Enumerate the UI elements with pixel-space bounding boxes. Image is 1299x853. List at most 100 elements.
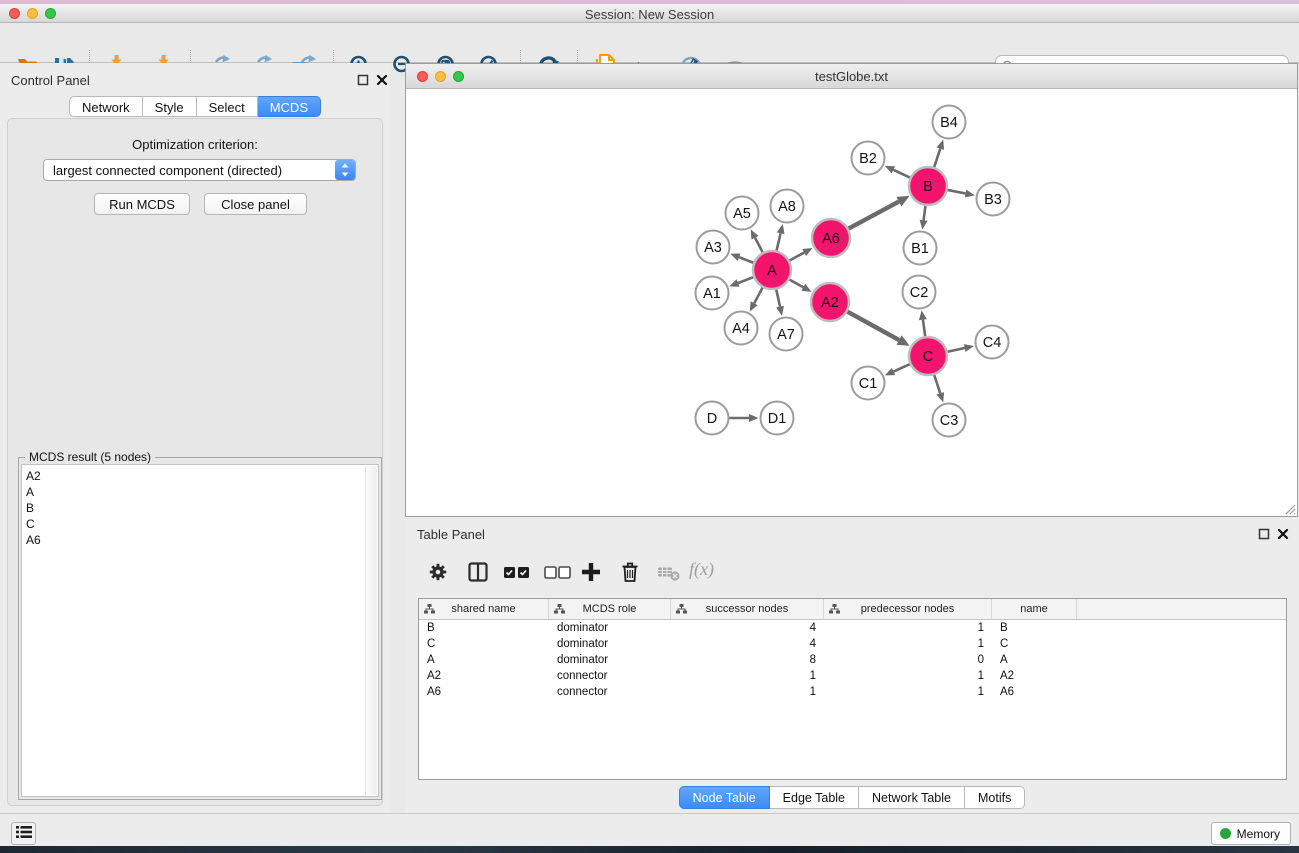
table-cell[interactable]: A6 bbox=[992, 684, 1077, 700]
table-cell[interactable]: 1 bbox=[824, 668, 992, 684]
graph-edge-A-A3[interactable] bbox=[739, 257, 753, 263]
table-cell[interactable]: 1 bbox=[671, 684, 824, 700]
table-row[interactable]: A6connector11A6 bbox=[419, 684, 1286, 700]
tab-node-table[interactable]: Node Table bbox=[679, 786, 770, 809]
table-cell[interactable]: 1 bbox=[671, 668, 824, 684]
graph-edge-B-B3[interactable] bbox=[948, 190, 966, 194]
graph-edge-A-A5[interactable] bbox=[755, 238, 763, 253]
graph-edge-A-A4[interactable] bbox=[754, 288, 762, 304]
graph-node-label: A bbox=[767, 263, 777, 279]
graph-edge-C-C4[interactable] bbox=[948, 348, 965, 352]
resize-grip-icon[interactable] bbox=[1282, 501, 1296, 515]
column-header-MCDS-role[interactable]: MCDS role bbox=[549, 599, 671, 619]
task-history-button[interactable] bbox=[11, 822, 36, 845]
edge-arrowhead-icon bbox=[920, 220, 928, 230]
tab-motifs[interactable]: Motifs bbox=[965, 786, 1025, 809]
table-header-row: shared nameMCDS rolesuccessor nodesprede… bbox=[419, 599, 1286, 620]
close-panel-icon[interactable] bbox=[376, 73, 388, 91]
run-mcds-button[interactable]: Run MCDS bbox=[94, 193, 190, 215]
graph-edge-A2-C[interactable] bbox=[848, 312, 900, 340]
graph-edge-B-B1[interactable] bbox=[924, 206, 926, 220]
graph-edge-C-C2[interactable] bbox=[923, 320, 925, 336]
tab-network[interactable]: Network bbox=[69, 96, 143, 117]
table-cell[interactable]: A6 bbox=[419, 684, 549, 700]
graph-edge-A-A2[interactable] bbox=[790, 280, 804, 288]
float-panel-icon[interactable] bbox=[1258, 527, 1270, 545]
table-cell[interactable]: C bbox=[419, 636, 549, 652]
table-toolbar: f(x) bbox=[413, 553, 1291, 593]
tab-select[interactable]: Select bbox=[197, 96, 258, 117]
tab-edge-table[interactable]: Edge Table bbox=[770, 786, 859, 809]
table-cell[interactable]: 4 bbox=[671, 620, 824, 636]
memory-button[interactable]: Memory bbox=[1211, 822, 1291, 845]
table-panel: Table Panel bbox=[405, 517, 1299, 813]
tab-style[interactable]: Style bbox=[143, 96, 197, 117]
graph-edge-A6-B[interactable] bbox=[849, 202, 899, 229]
function-builder-button[interactable]: f(x) bbox=[689, 559, 714, 580]
delete-column-button[interactable] bbox=[656, 559, 682, 585]
column-header-shared-name[interactable]: shared name bbox=[419, 599, 549, 619]
table-row[interactable]: A2connector11A2 bbox=[419, 668, 1286, 684]
memory-label: Memory bbox=[1237, 827, 1280, 841]
mcds-result-item[interactable]: A2 bbox=[22, 468, 378, 484]
table-cell[interactable]: 8 bbox=[671, 652, 824, 668]
network-window-titlebar[interactable]: testGlobe.txt bbox=[406, 64, 1297, 89]
graph-edge-A-A8[interactable] bbox=[777, 233, 781, 250]
table-row[interactable]: Cdominator41C bbox=[419, 636, 1286, 652]
table-cell[interactable]: B bbox=[992, 620, 1077, 636]
graph-edge-C-C3[interactable] bbox=[934, 375, 940, 393]
table-cell[interactable]: A2 bbox=[419, 668, 549, 684]
create-column-button[interactable] bbox=[578, 559, 604, 585]
table-cell[interactable]: 4 bbox=[671, 636, 824, 652]
column-chooser-button[interactable] bbox=[465, 559, 491, 585]
table-row[interactable]: Bdominator41B bbox=[419, 620, 1286, 636]
table-cell[interactable]: connector bbox=[549, 684, 671, 700]
table-cell[interactable]: dominator bbox=[549, 620, 671, 636]
tab-network-table[interactable]: Network Table bbox=[859, 786, 965, 809]
mcds-result-item[interactable]: A bbox=[22, 484, 378, 500]
table-cell[interactable]: 0 bbox=[824, 652, 992, 668]
graph-node-label: B2 bbox=[859, 151, 877, 167]
float-panel-icon[interactable] bbox=[357, 73, 369, 91]
graph-edge-B-B4[interactable] bbox=[934, 149, 940, 167]
column-header-successor-nodes[interactable]: successor nodes bbox=[671, 599, 824, 619]
table-cell[interactable]: 1 bbox=[824, 620, 992, 636]
list-scrollbar[interactable] bbox=[365, 466, 377, 795]
graph-edge-C-C1[interactable] bbox=[894, 364, 910, 371]
desktop-background bbox=[0, 846, 1299, 853]
graph-node-label: A8 bbox=[778, 199, 796, 215]
network-canvas[interactable]: B4B2BB3A8A5A6B1A3AC2A1A2A4A7C4CC1C3DD1 bbox=[406, 89, 1297, 516]
table-settings-button[interactable] bbox=[425, 559, 451, 585]
table-cell[interactable]: 1 bbox=[824, 636, 992, 652]
graph-edge-B-B2[interactable] bbox=[893, 170, 910, 178]
table-cell[interactable]: A bbox=[419, 652, 549, 668]
mcds-result-item[interactable]: A6 bbox=[22, 532, 378, 548]
tab-mcds[interactable]: MCDS bbox=[258, 96, 321, 117]
table-cell[interactable]: connector bbox=[549, 668, 671, 684]
graph-node-label: B bbox=[923, 179, 933, 195]
close-panel-button[interactable]: Close panel bbox=[204, 193, 307, 215]
table-cell[interactable]: 1 bbox=[824, 684, 992, 700]
criterion-select[interactable]: largest connected component (directed) bbox=[43, 159, 356, 181]
table-cell[interactable]: C bbox=[992, 636, 1077, 652]
table-row[interactable]: Adominator80A bbox=[419, 652, 1286, 668]
graph-node-label: A2 bbox=[821, 295, 839, 311]
column-header-predecessor-nodes[interactable]: predecessor nodes bbox=[824, 599, 992, 619]
table-cell[interactable]: A bbox=[992, 652, 1077, 668]
deselect-all-columns-button[interactable] bbox=[542, 559, 574, 585]
select-stepper-icon bbox=[335, 160, 355, 180]
mcds-result-item[interactable]: C bbox=[22, 516, 378, 532]
graph-edge-A-A6[interactable] bbox=[790, 253, 805, 261]
table-cell[interactable]: dominator bbox=[549, 636, 671, 652]
main-titlebar: Session: New Session bbox=[0, 4, 1299, 23]
graph-edge-A-A7[interactable] bbox=[776, 290, 780, 307]
table-cell[interactable]: B bbox=[419, 620, 549, 636]
table-cell[interactable]: dominator bbox=[549, 652, 671, 668]
delete-row-button[interactable] bbox=[617, 559, 643, 585]
select-all-columns-button[interactable] bbox=[501, 559, 533, 585]
column-header-name[interactable]: name bbox=[992, 599, 1077, 619]
graph-edge-A-A1[interactable] bbox=[738, 277, 753, 283]
table-cell[interactable]: A2 bbox=[992, 668, 1077, 684]
close-panel-icon[interactable] bbox=[1277, 527, 1289, 545]
mcds-result-item[interactable]: B bbox=[22, 500, 378, 516]
